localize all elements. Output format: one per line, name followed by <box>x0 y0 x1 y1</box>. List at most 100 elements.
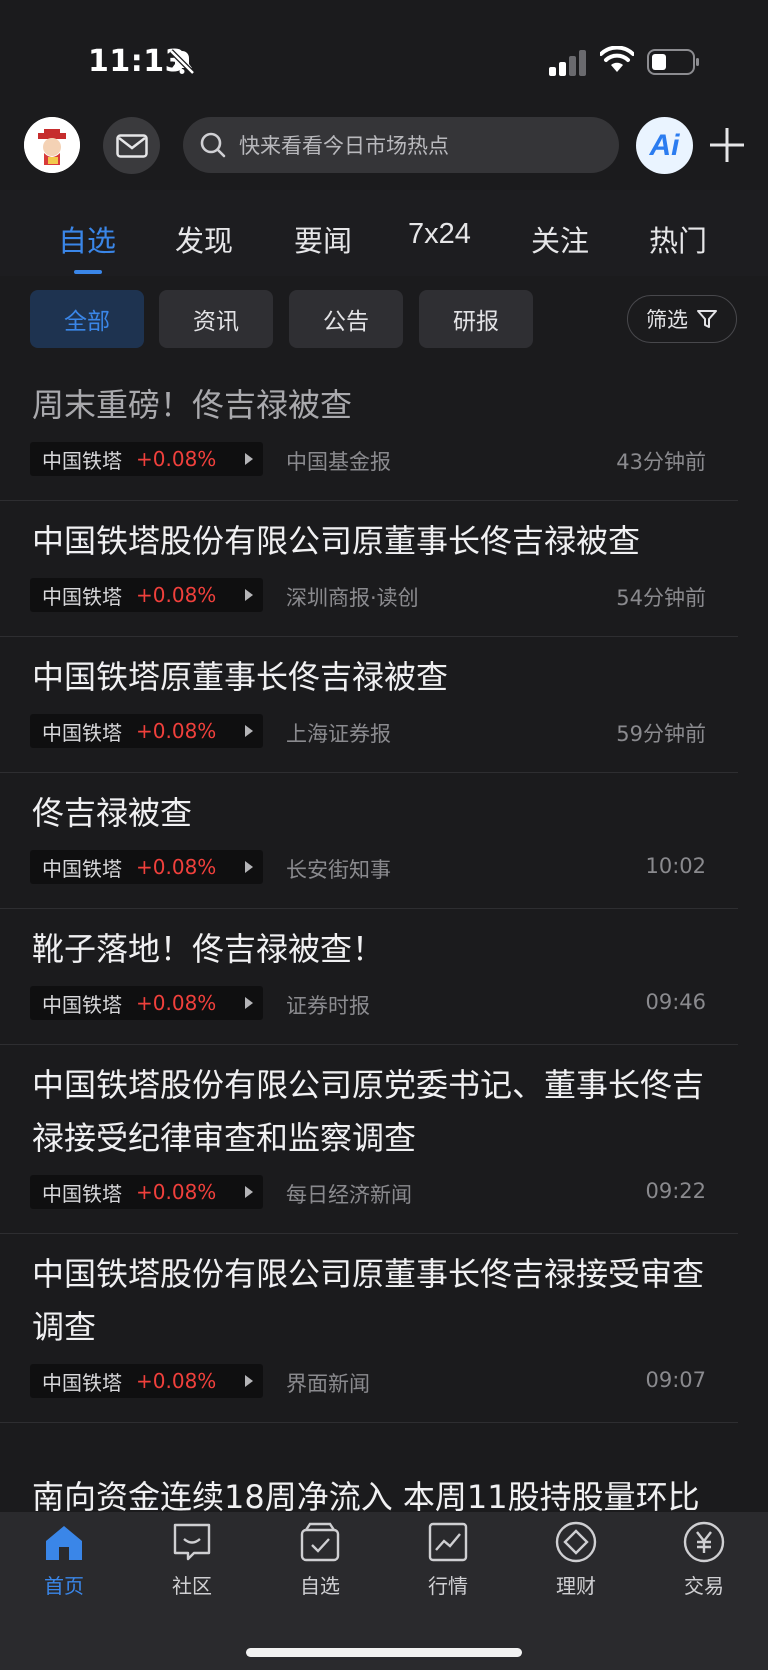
nav-label: 行情 <box>428 1574 468 1598</box>
chip-news[interactable]: 资讯 <box>159 290 273 348</box>
tab-bar: 自选 发现 要闻 7x24 关注 热门 <box>0 190 768 276</box>
mail-icon <box>115 133 148 158</box>
home-icon <box>46 1526 82 1560</box>
news-item[interactable]: 中国铁塔股份有限公司原党委书记、董事长佟吉禄接受纪律审查和监察调查 中国铁塔 +… <box>0 1045 738 1234</box>
tab-7x24[interactable]: 7x24 <box>408 218 471 251</box>
news-item[interactable]: 周末重磅！佟吉禄被查 中国铁塔 +0.08% 中国基金报 43分钟前 <box>0 365 738 501</box>
ai-button[interactable]: Ai <box>636 117 693 174</box>
stock-tag[interactable]: 中国铁塔 +0.08% <box>30 1364 263 1398</box>
nav-home[interactable]: 首页 <box>14 1520 114 1599</box>
news-time: 09:07 <box>645 1368 706 1392</box>
stock-change: +0.08% <box>136 1180 217 1204</box>
nav-watchlist[interactable]: 自选 <box>270 1520 370 1599</box>
nav-market[interactable]: 行情 <box>398 1520 498 1599</box>
stock-change: +0.08% <box>136 855 217 879</box>
play-icon <box>245 725 253 737</box>
stock-name: 中国铁塔 <box>42 992 122 1017</box>
stock-change: +0.08% <box>136 583 217 607</box>
nav-community[interactable]: 社区 <box>142 1520 242 1599</box>
watchlist-icon <box>300 1522 340 1562</box>
news-time: 54分钟前 <box>616 586 706 610</box>
tab-discover[interactable]: 发现 <box>175 218 233 260</box>
news-time: 09:46 <box>645 990 706 1014</box>
stock-tag[interactable]: 中国铁塔 +0.08% <box>30 986 263 1020</box>
play-icon <box>245 453 253 465</box>
stock-name: 中国铁塔 <box>42 1370 122 1395</box>
news-source: 证券时报 <box>286 994 370 1018</box>
search-icon <box>200 132 226 158</box>
news-item[interactable]: 中国铁塔股份有限公司原董事长佟吉禄被查 中国铁塔 +0.08% 深圳商报·读创 … <box>0 501 738 637</box>
status-bar: 11:13 <box>0 0 768 110</box>
filter-label: 筛选 <box>646 308 688 332</box>
news-item[interactable]: 靴子落地！佟吉禄被查！ 中国铁塔 +0.08% 证券时报 09:46 <box>0 909 738 1045</box>
chip-research[interactable]: 研报 <box>419 290 533 348</box>
tab-hot[interactable]: 热门 <box>649 218 707 260</box>
search-placeholder: 快来看看今日市场热点 <box>239 134 449 158</box>
chip-announcements[interactable]: 公告 <box>289 290 403 348</box>
news-source: 界面新闻 <box>286 1372 370 1396</box>
play-icon <box>245 1186 253 1198</box>
news-time: 09:22 <box>645 1179 706 1203</box>
news-title[interactable]: 靴子落地！佟吉禄被查！ <box>32 923 706 976</box>
home-indicator <box>246 1648 522 1657</box>
stock-tag[interactable]: 中国铁塔 +0.08% <box>30 1175 263 1209</box>
news-source: 上海证券报 <box>286 722 391 746</box>
nav-label: 自选 <box>300 1574 340 1598</box>
nav-label: 理财 <box>556 1574 596 1598</box>
news-time: 59分钟前 <box>616 722 706 746</box>
stock-tag[interactable]: 中国铁塔 +0.08% <box>30 578 263 612</box>
news-item[interactable]: 中国铁塔股份有限公司原董事长佟吉禄接受审查调查 中国铁塔 +0.08% 界面新闻… <box>0 1234 738 1423</box>
nav-wealth[interactable]: 理财 <box>526 1520 626 1599</box>
news-item[interactable]: 中国铁塔原董事长佟吉禄被查 中国铁塔 +0.08% 上海证券报 59分钟前 <box>0 637 738 773</box>
news-time: 43分钟前 <box>616 450 706 474</box>
stock-name: 中国铁塔 <box>42 448 122 473</box>
news-title[interactable]: 周末重磅！佟吉禄被查 <box>32 379 706 432</box>
tab-headlines[interactable]: 要闻 <box>294 218 352 260</box>
tab-following[interactable]: 关注 <box>531 218 589 260</box>
stock-tag[interactable]: 中国铁塔 +0.08% <box>30 714 263 748</box>
stock-change: +0.08% <box>136 719 217 743</box>
news-title[interactable]: 佟吉禄被查 <box>32 787 706 840</box>
chip-all[interactable]: 全部 <box>30 290 144 348</box>
play-icon <box>245 1375 253 1387</box>
filter-icon <box>697 310 717 328</box>
filter-button[interactable]: 筛选 <box>627 295 737 343</box>
mascot-icon <box>24 117 80 173</box>
add-icon[interactable] <box>707 125 747 165</box>
tab-active-indicator <box>74 270 102 274</box>
market-icon <box>428 1522 468 1562</box>
news-source: 每日经济新闻 <box>286 1183 412 1207</box>
play-icon <box>245 997 253 1009</box>
stock-change: +0.08% <box>136 1369 217 1393</box>
stock-tag[interactable]: 中国铁塔 +0.08% <box>30 442 263 476</box>
play-icon <box>245 861 253 873</box>
nav-trade[interactable]: 交易 <box>654 1520 754 1599</box>
news-title[interactable]: 中国铁塔股份有限公司原党委书记、董事长佟吉禄接受纪律审查和监察调查 <box>32 1059 706 1165</box>
stock-name: 中国铁塔 <box>42 856 122 881</box>
tab-watchlist[interactable]: 自选 <box>58 218 116 260</box>
stock-name: 中国铁塔 <box>42 720 122 745</box>
news-source: 深圳商报·读创 <box>286 586 419 610</box>
stock-change: +0.08% <box>136 991 217 1015</box>
news-source: 中国基金报 <box>286 450 391 474</box>
news-list: 周末重磅！佟吉禄被查 中国铁塔 +0.08% 中国基金报 43分钟前 中国铁塔股… <box>0 365 768 1423</box>
wifi-icon <box>600 46 634 72</box>
play-icon <box>245 589 253 601</box>
stock-tag[interactable]: 中国铁塔 +0.08% <box>30 850 263 884</box>
avatar[interactable] <box>24 117 80 173</box>
search-input[interactable]: 快来看看今日市场热点 <box>183 117 619 173</box>
nav-label: 首页 <box>44 1574 84 1598</box>
battery-icon <box>647 49 699 75</box>
trade-icon <box>683 1521 725 1563</box>
community-icon <box>173 1523 211 1561</box>
news-item[interactable]: 佟吉禄被查 中国铁塔 +0.08% 长安街知事 10:02 <box>0 773 738 909</box>
news-title[interactable]: 中国铁塔原董事长佟吉禄被查 <box>32 651 706 704</box>
mail-button[interactable] <box>103 117 160 174</box>
signal-icon <box>549 50 586 76</box>
news-time: 10:02 <box>645 854 706 878</box>
stock-name: 中国铁塔 <box>42 1181 122 1206</box>
news-title[interactable]: 中国铁塔股份有限公司原董事长佟吉禄接受审查调查 <box>32 1248 706 1354</box>
nav-label: 社区 <box>172 1574 212 1598</box>
bell-muted-icon <box>169 49 195 75</box>
news-title[interactable]: 中国铁塔股份有限公司原董事长佟吉禄被查 <box>32 515 706 568</box>
